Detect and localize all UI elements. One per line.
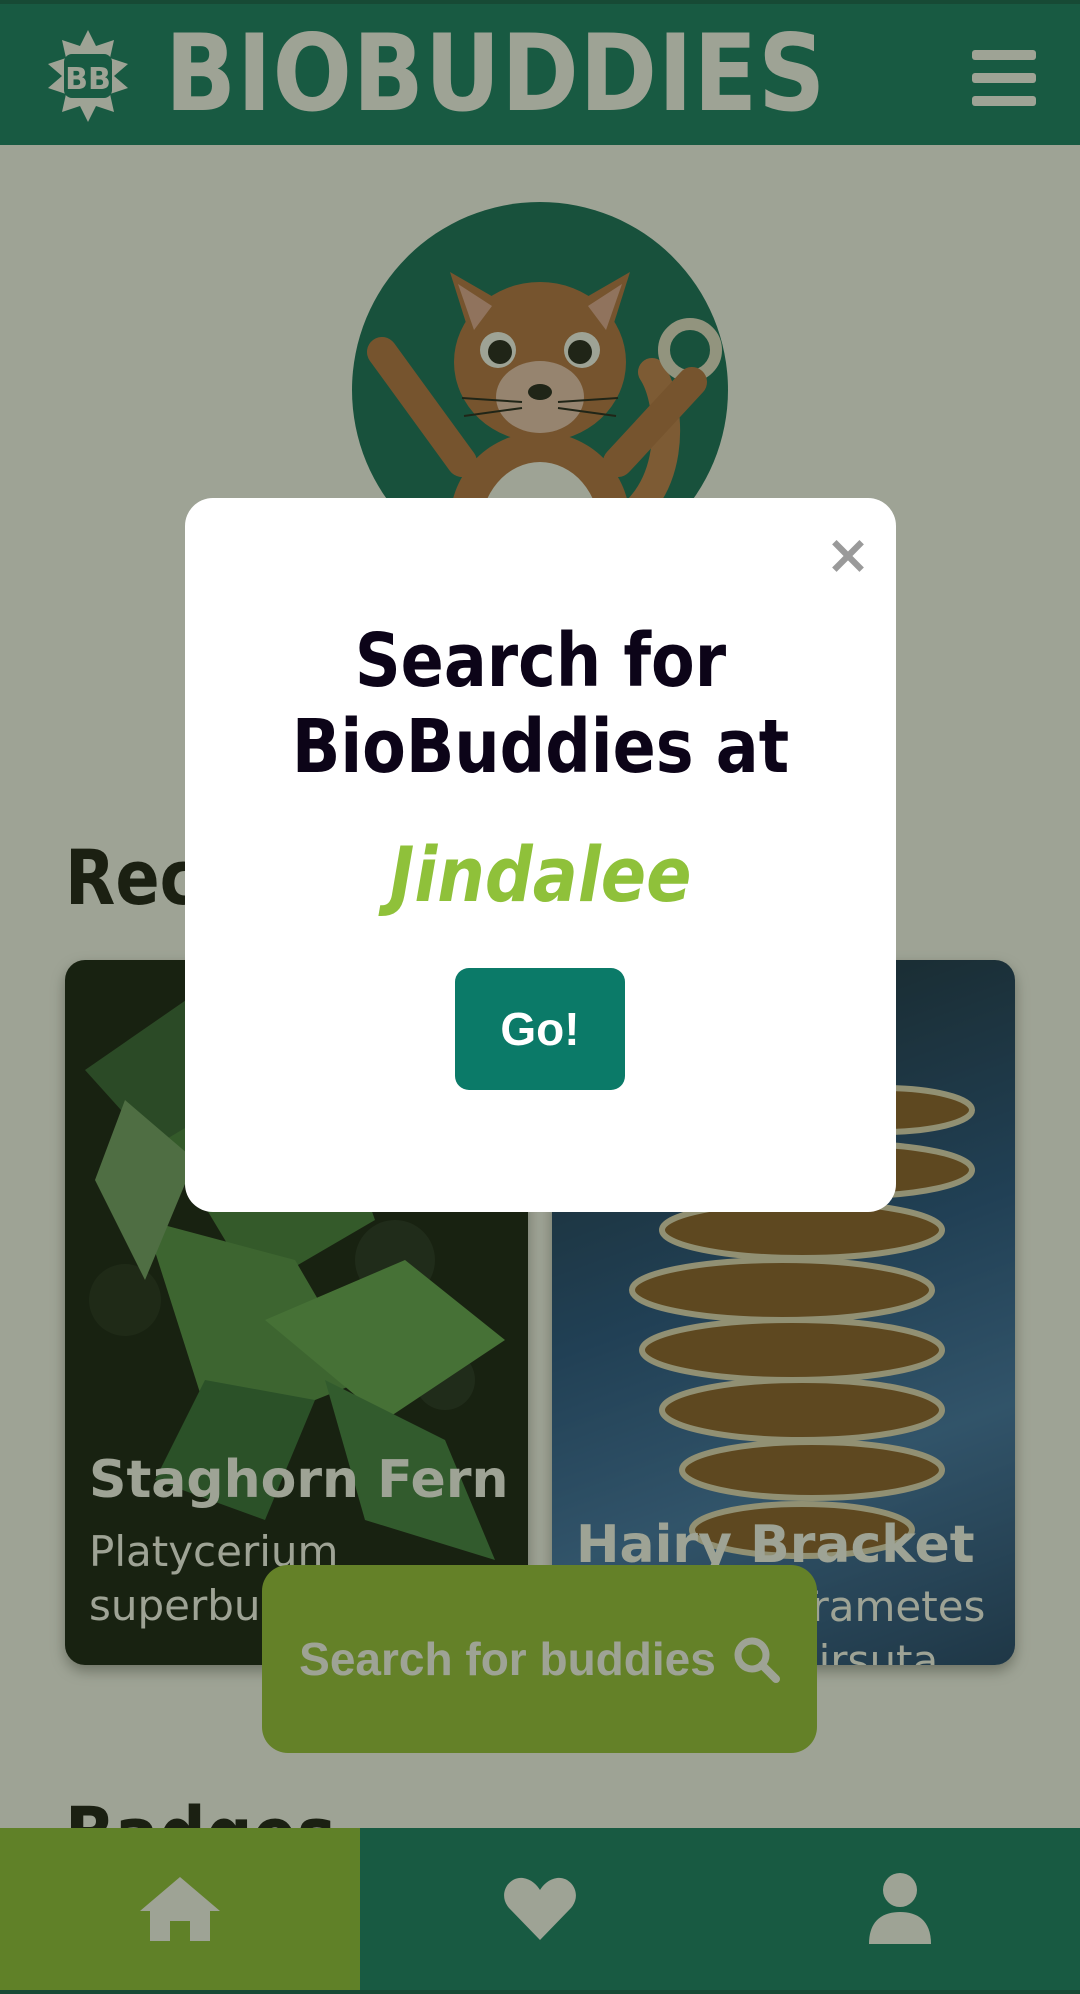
go-button[interactable]: Go! (455, 968, 625, 1090)
close-icon[interactable]: × (823, 528, 873, 582)
modal-title: Search for BioBuddies at (261, 618, 821, 790)
search-location-modal: × Search for BioBuddies at Jindalee Go! (185, 498, 896, 1212)
location-name: Jindalee (389, 830, 692, 919)
modal-title-line1: Search for (354, 618, 727, 704)
modal-title-line2: BioBuddies at (291, 704, 790, 790)
